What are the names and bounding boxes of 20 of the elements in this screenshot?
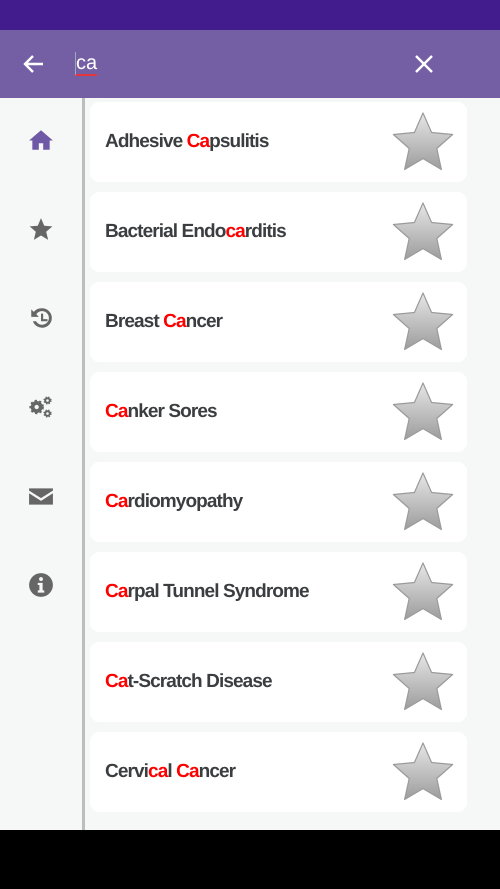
condition-title: Cardiomyopathy <box>105 491 244 513</box>
gears-icon[interactable] <box>28 394 54 420</box>
result-card[interactable]: Cardiomyopathy <box>90 462 467 542</box>
info-icon[interactable] <box>28 572 54 598</box>
condition-title: Cat-Scratch Disease <box>105 671 273 693</box>
result-card[interactable]: Carpal Tunnel Syndrome <box>90 552 467 632</box>
condition-title: Bacterial Endocarditis <box>105 221 287 243</box>
condition-title: Breast Cancer <box>105 311 224 333</box>
result-card[interactable]: Bacterial Endocarditis <box>90 192 467 272</box>
condition-title: Carpal Tunnel Syndrome <box>105 581 310 603</box>
condition-title: Adhesive Capsulitis <box>105 131 270 153</box>
result-card[interactable]: Canker Sores <box>90 372 467 452</box>
close-icon[interactable] <box>414 54 434 74</box>
condition-title: Canker Sores <box>105 401 218 423</box>
condition-title: Cervical Cancer <box>105 761 237 783</box>
result-card[interactable]: Cat-Scratch Disease <box>90 642 467 722</box>
star-icon[interactable] <box>28 216 54 242</box>
result-card[interactable]: Adhesive Capsulitis <box>90 102 467 182</box>
result-card[interactable]: Breast Cancer <box>90 282 467 362</box>
result-card[interactable]: Cervical Cancer <box>90 732 467 812</box>
